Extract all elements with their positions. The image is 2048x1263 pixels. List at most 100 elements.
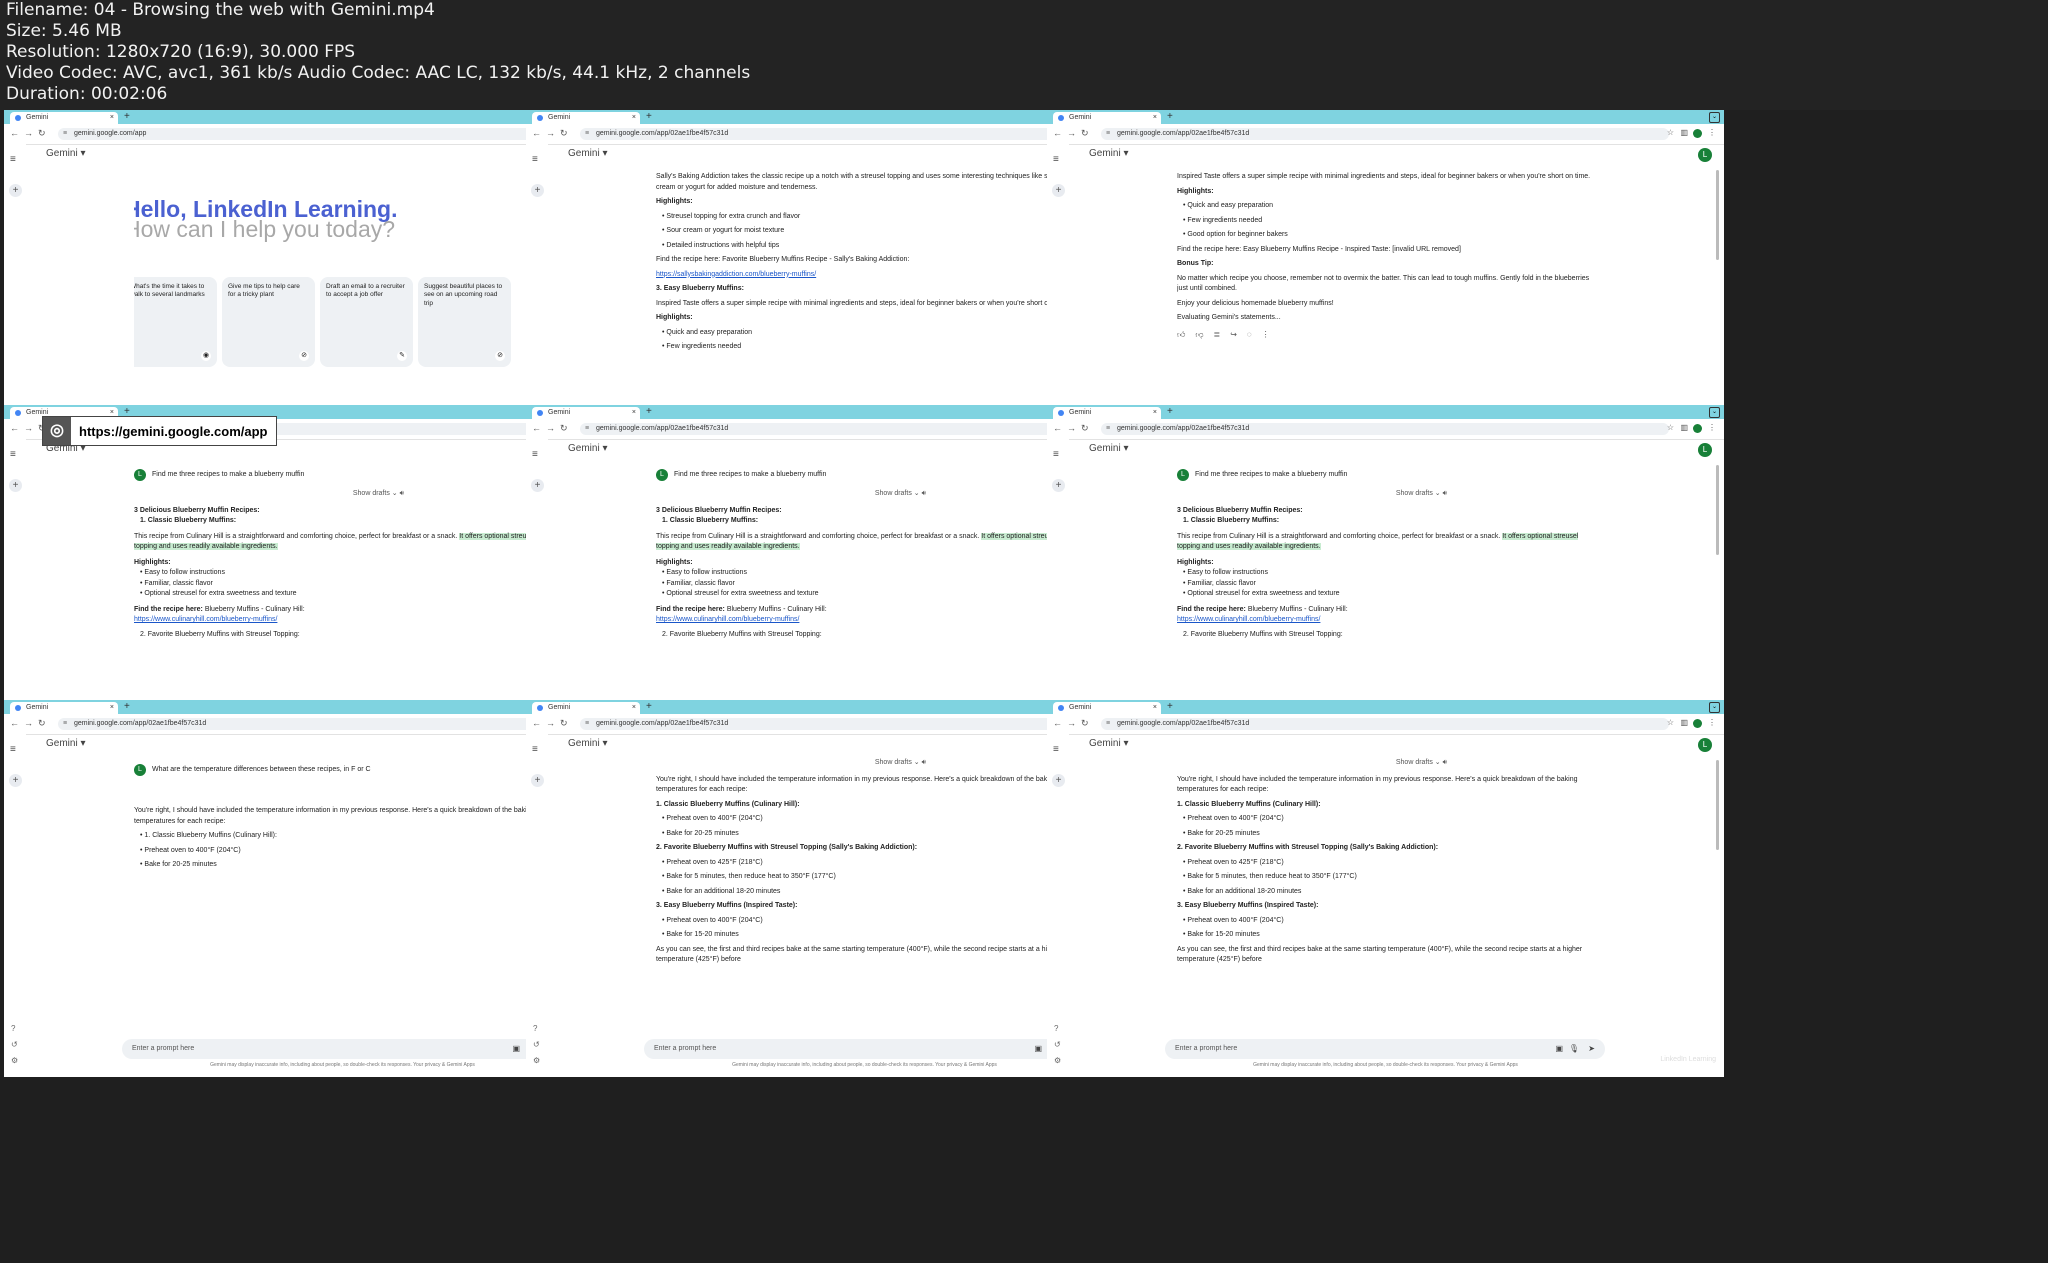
thumbs-up-icon[interactable]: 👍︎ xyxy=(1177,330,1185,341)
main-menu-icon[interactable]: ≡ xyxy=(10,154,16,165)
site-info-icon[interactable]: ≡ xyxy=(1106,718,1110,730)
scrollbar[interactable] xyxy=(1716,465,1719,555)
app-name[interactable]: Gemini ▾ xyxy=(46,148,85,159)
app-name[interactable]: Gemini ▾ xyxy=(1089,148,1128,159)
back-icon[interactable]: ← xyxy=(10,718,19,728)
forward-icon[interactable]: → xyxy=(546,423,555,433)
image-upload-icon[interactable]: ▣ xyxy=(512,1039,520,1059)
window-menu-icon[interactable]: ⌄ xyxy=(1709,407,1720,418)
browser-menu-icon[interactable]: ⋮ xyxy=(1708,718,1716,727)
main-menu-icon[interactable]: ≡ xyxy=(532,449,538,460)
new-tab-icon[interactable]: + xyxy=(646,700,652,714)
forward-icon[interactable]: → xyxy=(24,423,33,433)
close-tab-icon[interactable]: × xyxy=(1153,702,1157,714)
sidebar-toggle-icon[interactable]: ▥ xyxy=(1680,718,1688,727)
new-tab-icon[interactable]: + xyxy=(1167,405,1173,419)
profile-avatar-icon[interactable] xyxy=(1693,129,1702,138)
prompt-input[interactable]: Enter a prompt here ▣ 🎙︎ ➤ xyxy=(1165,1039,1605,1059)
account-avatar[interactable]: L xyxy=(1698,443,1712,457)
show-drafts-button[interactable]: Show drafts ⌄ 🔊︎ xyxy=(134,489,554,500)
browser-menu-icon[interactable]: ⋮ xyxy=(1708,128,1716,137)
scrollbar[interactable] xyxy=(1716,760,1719,850)
main-menu-icon[interactable]: ≡ xyxy=(10,449,16,460)
suggestion-card[interactable]: What's the time it takes to walk to seve… xyxy=(134,276,217,367)
back-icon[interactable]: ← xyxy=(10,128,19,138)
url-field[interactable]: ≡ gemini.google.com/app/02ae1fbe4f57c31d xyxy=(1101,718,1669,730)
back-icon[interactable]: ← xyxy=(10,423,19,433)
new-tab-icon[interactable]: + xyxy=(1167,700,1173,714)
image-upload-icon[interactable]: ▣ xyxy=(1555,1039,1563,1059)
main-menu-icon[interactable]: ≡ xyxy=(1053,154,1059,165)
thumbs-down-icon[interactable]: 👎︎ xyxy=(1195,330,1203,341)
new-chat-icon[interactable]: + xyxy=(1052,479,1065,492)
help-icon[interactable]: ? xyxy=(11,1024,15,1033)
new-chat-icon[interactable]: + xyxy=(531,479,544,492)
back-icon[interactable]: ← xyxy=(532,128,541,138)
recipe-link[interactable]: https://www.culinaryhill.com/blueberry-m… xyxy=(1177,615,1597,626)
site-info-icon[interactable]: ≡ xyxy=(585,128,589,140)
back-icon[interactable]: ← xyxy=(1053,718,1062,728)
app-name[interactable]: Gemini ▾ xyxy=(46,738,85,749)
recipe-link[interactable]: https://www.culinaryhill.com/blueberry-m… xyxy=(134,615,554,626)
forward-icon[interactable]: → xyxy=(546,128,555,138)
browser-tab[interactable]: Gemini × xyxy=(1053,407,1161,419)
close-tab-icon[interactable]: × xyxy=(632,407,636,419)
main-menu-icon[interactable]: ≡ xyxy=(10,744,16,755)
microphone-icon[interactable]: 🎙︎ xyxy=(1569,1039,1579,1059)
reload-icon[interactable]: ↻ xyxy=(1081,423,1089,434)
bookmark-star-icon[interactable]: ☆ xyxy=(1667,718,1674,727)
app-name[interactable]: Gemini ▾ xyxy=(568,443,607,454)
image-upload-icon[interactable]: ▣ xyxy=(1034,1039,1042,1059)
new-chat-icon[interactable]: + xyxy=(531,184,544,197)
browser-tab[interactable]: Gemini × xyxy=(10,702,118,714)
prompt-input[interactable]: Enter a prompt here ▣ 🎙︎ ➤ xyxy=(122,1039,562,1059)
send-icon[interactable]: ➤ xyxy=(1588,1039,1595,1059)
window-menu-icon[interactable]: ⌄ xyxy=(1709,112,1720,123)
new-tab-icon[interactable]: + xyxy=(1167,110,1173,124)
back-icon[interactable]: ← xyxy=(532,718,541,728)
main-menu-icon[interactable]: ≡ xyxy=(532,744,538,755)
site-info-icon[interactable]: ≡ xyxy=(63,718,67,730)
bookmark-star-icon[interactable]: ☆ xyxy=(1667,128,1674,137)
help-icon[interactable]: ? xyxy=(533,1024,537,1033)
browser-menu-icon[interactable]: ⋮ xyxy=(1708,423,1716,432)
forward-icon[interactable]: → xyxy=(1067,128,1076,138)
adjust-icon[interactable]: ≣ xyxy=(1214,330,1221,341)
back-icon[interactable]: ← xyxy=(1053,128,1062,138)
reload-icon[interactable]: ↻ xyxy=(38,718,46,729)
close-tab-icon[interactable]: × xyxy=(110,702,114,714)
browser-tab[interactable]: Gemini × xyxy=(532,702,640,714)
reload-icon[interactable]: ↻ xyxy=(560,423,568,434)
activity-icon[interactable]: ↺ xyxy=(1054,1040,1061,1049)
new-chat-icon[interactable]: + xyxy=(1052,184,1065,197)
new-tab-icon[interactable]: + xyxy=(124,700,130,714)
close-tab-icon[interactable]: × xyxy=(1153,407,1157,419)
new-chat-icon[interactable]: + xyxy=(9,479,22,492)
show-drafts-button[interactable]: Show drafts ⌄ 🔊︎ xyxy=(656,758,1076,769)
profile-avatar-icon[interactable] xyxy=(1693,424,1702,433)
new-chat-icon[interactable]: + xyxy=(9,774,22,787)
close-tab-icon[interactable]: × xyxy=(632,702,636,714)
app-name[interactable]: Gemini ▾ xyxy=(1089,443,1128,454)
new-tab-icon[interactable]: + xyxy=(124,110,130,124)
main-menu-icon[interactable]: ≡ xyxy=(1053,449,1059,460)
profile-avatar-icon[interactable] xyxy=(1693,719,1702,728)
show-drafts-button[interactable]: Show drafts ⌄ 🔊︎ xyxy=(1177,758,1597,769)
back-icon[interactable]: ← xyxy=(532,423,541,433)
forward-icon[interactable]: → xyxy=(24,128,33,138)
show-drafts-button[interactable]: Show drafts ⌄ 🔊︎ xyxy=(1177,489,1597,500)
show-drafts-button[interactable]: Show drafts ⌄ 🔊︎ xyxy=(656,489,1076,500)
close-tab-icon[interactable]: × xyxy=(632,112,636,124)
main-menu-icon[interactable]: ≡ xyxy=(1053,744,1059,755)
browser-tab[interactable]: Gemini × xyxy=(1053,702,1161,714)
forward-icon[interactable]: → xyxy=(1067,423,1076,433)
prompt-input[interactable]: Enter a prompt here ▣ 🎙︎ ➤ xyxy=(644,1039,1084,1059)
app-name[interactable]: Gemini ▾ xyxy=(568,148,607,159)
account-avatar[interactable]: L xyxy=(1698,738,1712,752)
suggestion-card[interactable]: Suggest beautiful places to see on an up… xyxy=(418,276,511,367)
new-chat-icon[interactable]: + xyxy=(1052,774,1065,787)
site-info-icon[interactable]: ≡ xyxy=(585,423,589,435)
forward-icon[interactable]: → xyxy=(24,718,33,728)
close-tab-icon[interactable]: × xyxy=(110,112,114,124)
browser-tab[interactable]: Gemini × xyxy=(532,112,640,124)
